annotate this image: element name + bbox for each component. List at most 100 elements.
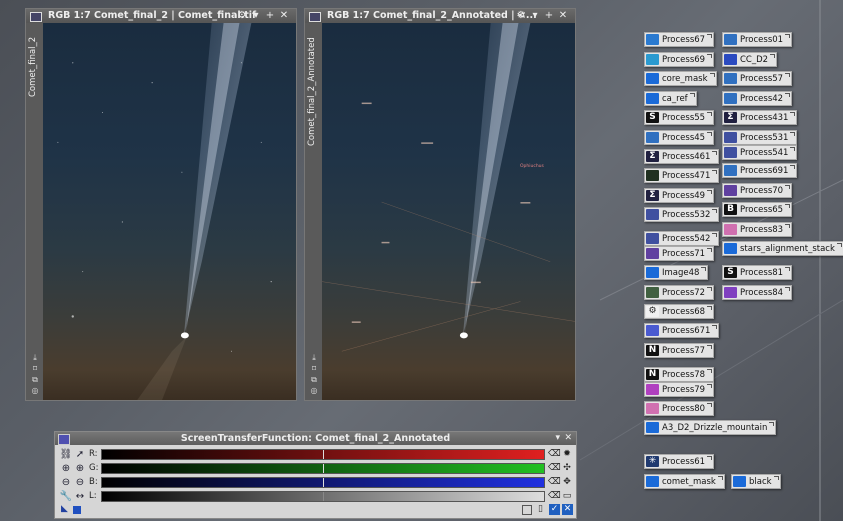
link-icon[interactable]: ⛓ <box>59 448 73 461</box>
process-icon-label: Process431 <box>740 113 789 123</box>
auto-stretch-icon[interactable]: ✣ <box>561 462 573 475</box>
process-icon[interactable]: Process84 <box>722 285 793 300</box>
image-viewport[interactable]: Ophiuchus <box>322 23 575 400</box>
pointer-icon[interactable]: ➚ <box>73 448 87 461</box>
process-icon[interactable]: Image48 <box>644 265 709 280</box>
process-icon[interactable]: Process80 <box>644 401 715 416</box>
process-icon[interactable]: Σ Process461 <box>644 149 720 164</box>
apply-global-icon[interactable] <box>73 506 81 514</box>
process-icon[interactable]: Process671 <box>644 323 720 338</box>
process-icon[interactable]: B Process65 <box>722 202 793 217</box>
minimize-icon[interactable]: ▾ <box>250 9 262 23</box>
maximize-icon[interactable]: + <box>264 9 276 23</box>
image-side-tab[interactable]: Comet_final_2_Annotated ⤓ ⌑ ⧉ ◎ <box>305 23 322 400</box>
zoom-in-icon[interactable]: ⊕ <box>59 462 73 475</box>
process-icon[interactable]: Process83 <box>722 222 793 237</box>
process-icon[interactable]: Process691 <box>722 163 798 178</box>
process-icon[interactable]: core_mask <box>644 71 717 86</box>
process-icon[interactable]: S Process55 <box>644 110 715 125</box>
gear-icon[interactable]: ⚙ <box>515 9 527 23</box>
image-window-comet-final[interactable]: RGB 1:7 Comet_final_2 | Comet_final.tif … <box>25 8 297 401</box>
process-icon-label: comet_mask <box>662 477 716 487</box>
maximize-icon[interactable]: + <box>543 9 555 23</box>
process-icon[interactable]: Process72 <box>644 285 715 300</box>
minimize-icon[interactable]: ▾ <box>529 9 541 23</box>
image-window-comet-annotated[interactable]: RGB 1:7 Comet_final_2_Annotated | <... ⚙… <box>304 8 576 401</box>
reset-icon[interactable]: ⌫ <box>548 490 561 503</box>
process-icon[interactable]: Process79 <box>644 382 715 397</box>
process-icon[interactable]: Σ Process49 <box>644 188 715 203</box>
process-icon[interactable]: ca_ref <box>644 91 697 106</box>
side-tab-tools[interactable]: ⤓ ⌑ ⧉ ◎ <box>308 352 320 396</box>
process-icon-label: Process77 <box>662 346 706 356</box>
sigma-icon: Σ <box>646 151 659 162</box>
screen-transfer-function-window[interactable]: ScreenTransferFunction: Comet_final_2_An… <box>54 431 577 519</box>
process-icon[interactable]: Process57 <box>722 71 793 86</box>
horizontal-arrows-icon[interactable]: ↔ <box>73 490 87 503</box>
process-icon[interactable]: A3_D2_Drizzle_mountain <box>644 420 777 435</box>
image-side-tab[interactable]: Comet_final_2 ⤓ ⌑ ⧉ ◎ <box>26 23 43 400</box>
preview-icon[interactable] <box>522 505 532 515</box>
process-icon[interactable]: Process42 <box>722 91 793 106</box>
reset-all-icon[interactable]: ▯ <box>535 504 546 515</box>
close-icon[interactable]: ✕ <box>278 9 290 23</box>
process-icon[interactable]: stars_alignment_stack <box>722 241 843 256</box>
process-icon[interactable]: S Process81 <box>722 265 793 280</box>
process-icon[interactable]: Process71 <box>644 246 715 261</box>
reset-icon[interactable]: ⌫ <box>548 448 561 461</box>
new-instance-icon[interactable]: ◣ <box>59 504 70 515</box>
image-viewport[interactable] <box>43 23 296 400</box>
process-icon[interactable]: Process69 <box>644 52 715 67</box>
minimize-icon[interactable]: ▾ <box>555 432 560 445</box>
starnet-icon <box>646 170 659 181</box>
process-icon[interactable]: Process541 <box>722 145 798 160</box>
process-icon[interactable]: CC_D2 <box>722 52 778 67</box>
channel-label: L: <box>89 491 97 501</box>
image-cube-icon <box>646 93 659 104</box>
stf-window-icon <box>58 434 70 445</box>
process-icon[interactable]: Process01 <box>722 32 793 47</box>
red-channel-slider[interactable] <box>101 449 545 460</box>
luminance-channel-slider[interactable] <box>101 491 545 502</box>
zoom-out-icon[interactable]: ⊖ <box>73 476 87 489</box>
move-icon[interactable]: ✥ <box>561 476 573 489</box>
process-icon[interactable]: N Process77 <box>644 343 715 358</box>
star-burst-icon: ✳ <box>646 456 659 467</box>
auto-stretch-icon[interactable]: ✹ <box>561 448 573 461</box>
monitor-icon[interactable]: ▭ <box>561 490 573 503</box>
apply-check-icon[interactable]: ✓ <box>549 504 560 515</box>
wrench-icon[interactable]: 🔧 <box>59 490 73 503</box>
stf-row-green: ⊕ ⊕ G: ⌫ ✣ <box>57 462 574 475</box>
stf-icon <box>724 165 737 176</box>
reset-icon[interactable]: ⌫ <box>548 476 561 489</box>
zoom-in-icon[interactable]: ⊕ <box>73 462 87 475</box>
process-icon-label: Image48 <box>662 268 700 278</box>
close-icon[interactable]: ✕ <box>557 9 569 23</box>
process-icon[interactable]: Process471 <box>644 168 720 183</box>
green-channel-slider[interactable] <box>101 463 545 474</box>
close-icon[interactable]: ✕ <box>564 432 572 445</box>
process-icon[interactable]: Process67 <box>644 32 715 47</box>
reset-icon[interactable]: ⌫ <box>548 462 561 475</box>
process-icon[interactable]: black <box>731 474 781 489</box>
process-icon[interactable]: Process70 <box>722 183 793 198</box>
side-tab-tools[interactable]: ⤓ ⌑ ⧉ ◎ <box>29 352 41 396</box>
process-icon[interactable]: Process531 <box>722 130 798 145</box>
process-icon[interactable]: ⚙ Process68 <box>644 304 715 319</box>
process-icon[interactable]: ✳ Process61 <box>644 454 715 469</box>
process-icon-label: Process57 <box>740 74 784 84</box>
process-icon[interactable]: Process532 <box>644 207 720 222</box>
process-icon[interactable]: Process45 <box>644 130 715 145</box>
comet-image <box>57 23 272 400</box>
process-icon[interactable]: Σ Process431 <box>722 110 798 125</box>
zoom-out-icon[interactable]: ⊖ <box>59 476 73 489</box>
process-icon-label: Process541 <box>740 148 789 158</box>
process-icon[interactable]: comet_mask <box>644 474 725 489</box>
close-x-icon[interactable]: ✕ <box>562 504 573 515</box>
blue-channel-slider[interactable] <box>101 477 545 488</box>
stf-titlebar[interactable]: ScreenTransferFunction: Comet_final_2_An… <box>55 432 576 445</box>
process-icon[interactable]: Process542 <box>644 231 720 246</box>
gear-icon[interactable]: ⚙ <box>236 9 248 23</box>
process-icon-label: Process532 <box>662 210 711 220</box>
process-icon[interactable]: N Process78 <box>644 367 715 382</box>
